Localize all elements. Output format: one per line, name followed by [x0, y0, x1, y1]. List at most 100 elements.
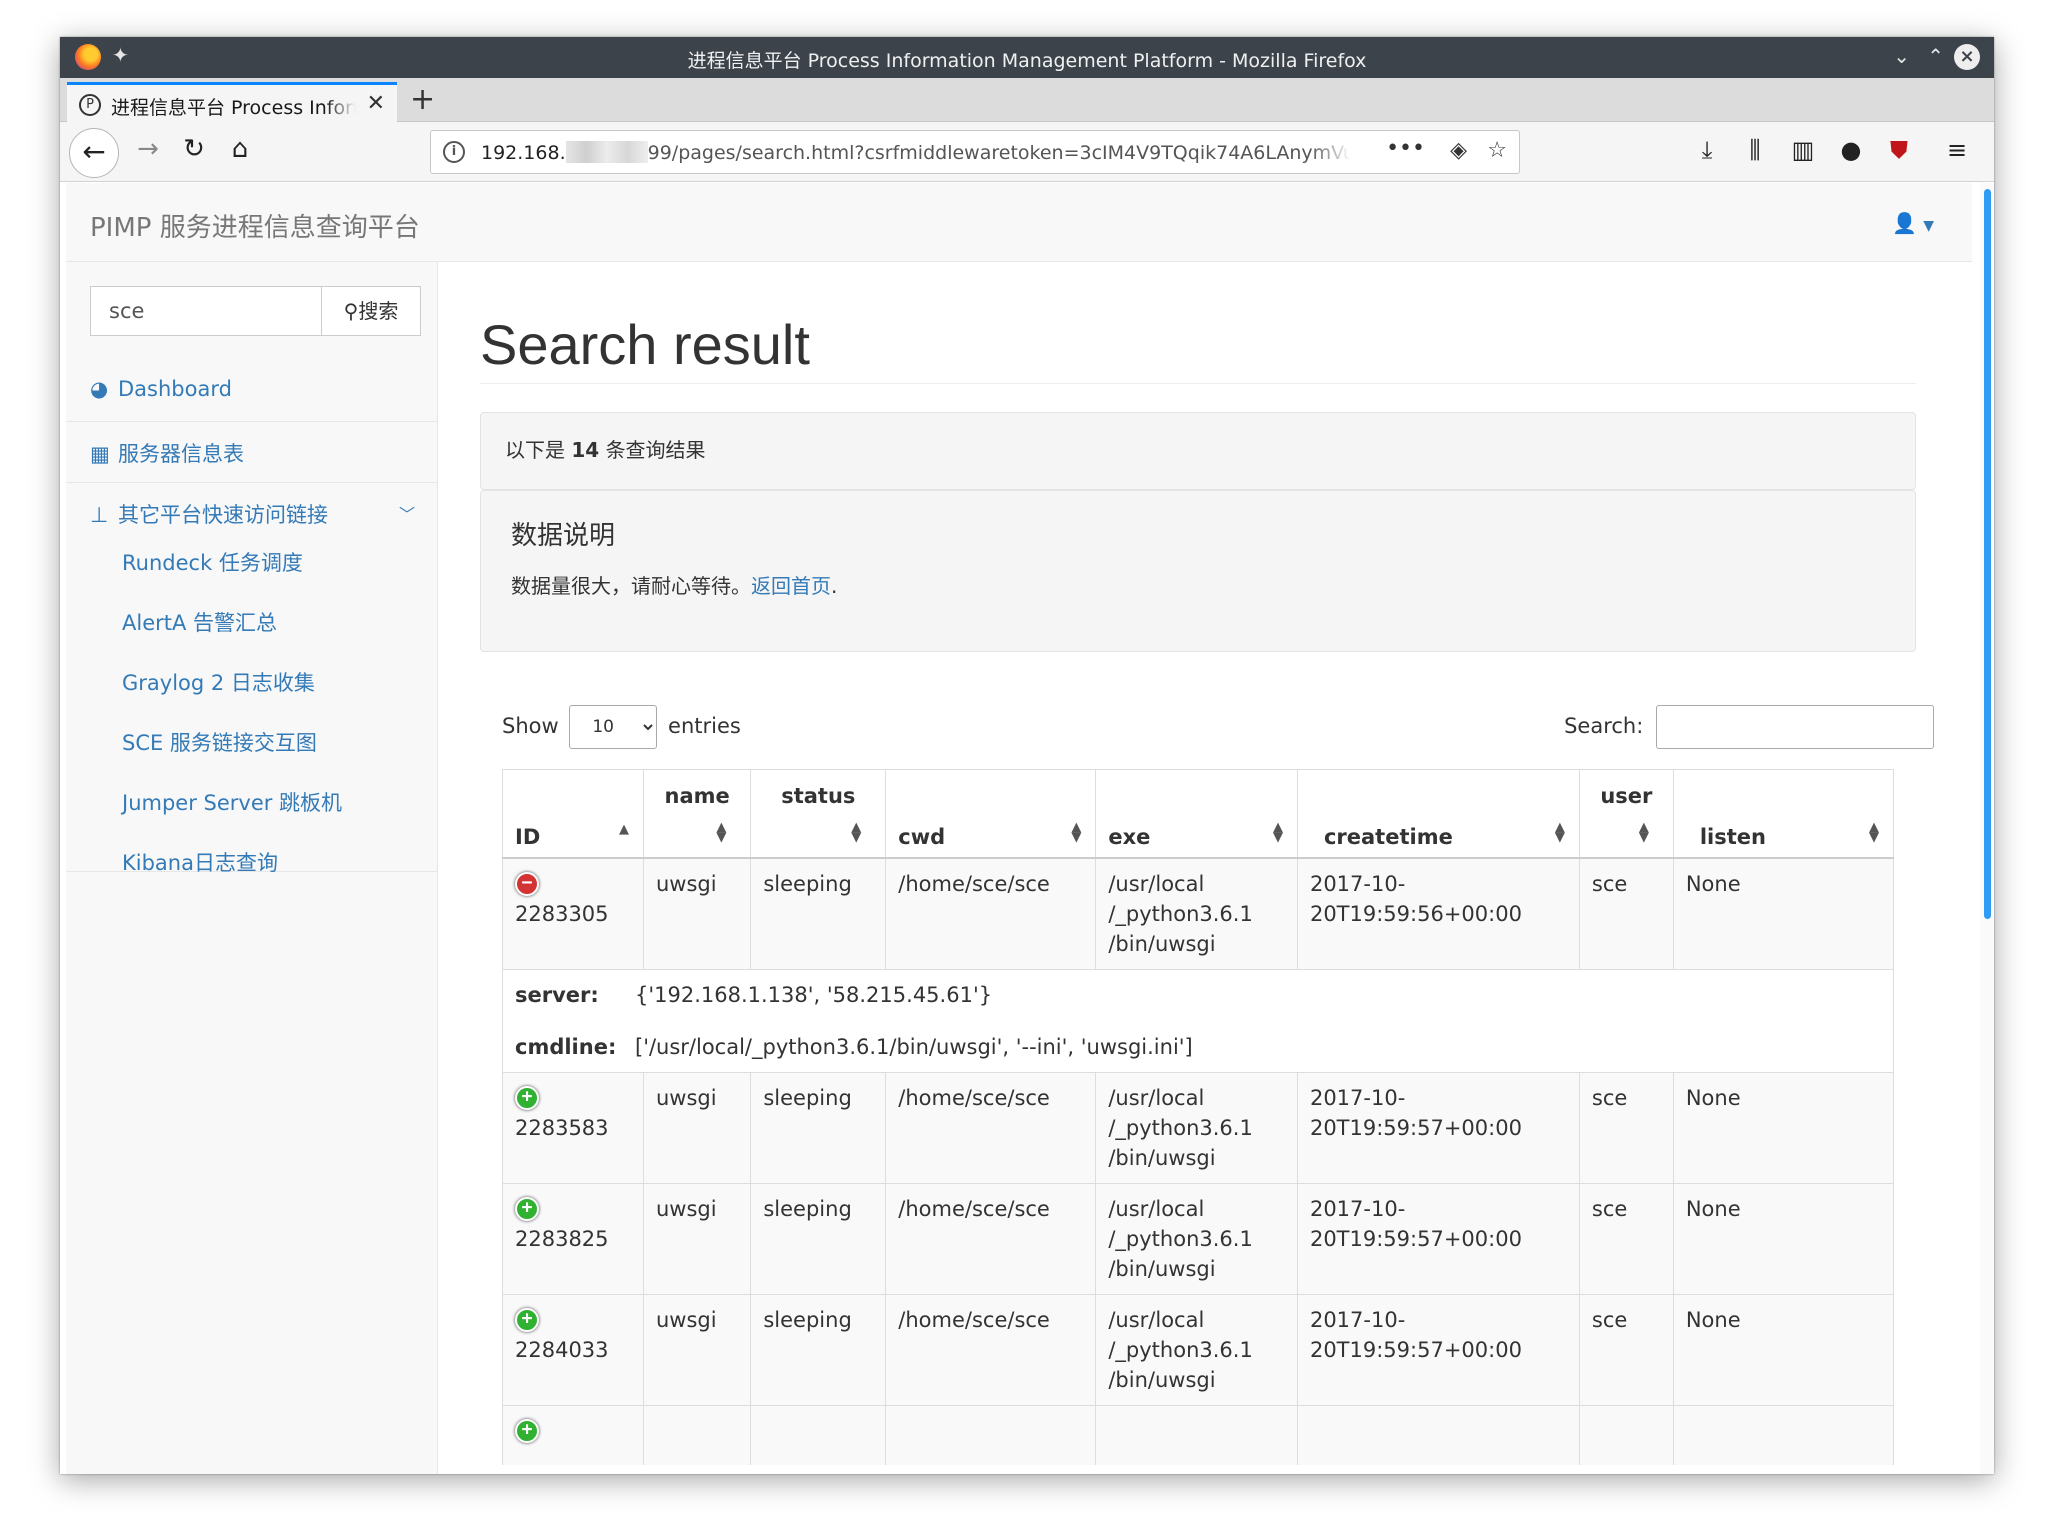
column-label: createtime [1323, 824, 1453, 849]
cell-id[interactable]: +2284033 [502, 1293, 644, 1405]
reload-icon[interactable]: ↻ [176, 134, 212, 164]
search-button[interactable]: ⚲搜索 [321, 286, 421, 336]
sidebar: ⚲搜索 ◕ Dashboard ▦ 服务器信息表 ⊥ 其它平台快速访问链接 ﹀ Run… [66, 262, 438, 1474]
table-row[interactable]: +2283825 uwsgi sleeping /home/sce/sce /u… [502, 1182, 1895, 1294]
result-summary: 以下是 14 条查询结果 [480, 412, 1916, 490]
sidebar-link-kibana[interactable]: Kibana日志查询 [122, 847, 278, 877]
page-viewport: PIMP 服务进程信息查询平台 👤 ▼ ⚲搜索 ◕ Dashboard ▦ 服务器信… [60, 183, 1994, 1474]
sidebar-item-dashboard[interactable]: ◕ Dashboard [66, 361, 437, 422]
page-scrollbar[interactable] [1980, 183, 1994, 1474]
tab-strip: P 进程信息平台 Process Information Management … [60, 78, 1994, 122]
home-icon[interactable]: ⌂ [222, 134, 258, 164]
cmdline-value: ['/usr/local/_python3.6.1/bin/uwsgi', '-… [635, 1034, 1193, 1059]
hamburger-menu-icon[interactable]: ≡ [1940, 136, 1974, 164]
column-header-listen[interactable]: listen ▲ ▼ [1672, 769, 1895, 859]
notice-title: 数据说明 [511, 521, 616, 551]
user-menu[interactable]: 👤 ▼ [1892, 211, 1934, 235]
tab-close-icon[interactable]: ✕ [367, 91, 385, 116]
cell-id[interactable]: +2283825 [502, 1182, 644, 1294]
new-tab-icon[interactable]: + [410, 82, 435, 117]
exe-line: /_python3.6.1 [1108, 1115, 1253, 1140]
url-bar[interactable]: i 192.168. 99/pages/search.html?csrfmiddl… [430, 130, 1520, 174]
page-length-select[interactable]: 10 [569, 705, 658, 749]
column-header-cwd[interactable]: cwd ▲ ▼ [885, 769, 1097, 859]
library-icon[interactable]: ⫼ [1738, 136, 1772, 164]
expand-row-icon[interactable]: + [515, 1085, 539, 1110]
cell-cwd [885, 1404, 1097, 1465]
column-header-user[interactable]: user ▲ ▼ [1578, 769, 1674, 859]
exe-line: /bin/uwsgi [1108, 1145, 1216, 1170]
exe-line: /_python3.6.1 [1108, 1337, 1253, 1362]
sidebar-link-alerta[interactable]: AlertA 告警汇总 [122, 607, 277, 637]
sidebar-item-server-table[interactable]: ▦ 服务器信息表 [66, 422, 437, 483]
expand-row-icon[interactable]: + [515, 1196, 539, 1221]
ublock-origin-icon[interactable]: ⛊ [1882, 136, 1916, 164]
sidebar-link-sce[interactable]: SCE 服务链接交互图 [122, 727, 317, 757]
sidebar-item-label: 其它平台快速访问链接 [118, 503, 328, 527]
exe-line: /_python3.6.1 [1108, 901, 1253, 926]
column-header-status[interactable]: status ▲ ▼ [750, 769, 887, 859]
column-header-createtime[interactable]: createtime ▲ ▼ [1296, 769, 1580, 859]
scrollbar-thumb[interactable] [1984, 189, 1991, 919]
sidebar-link-jumper[interactable]: Jumper Server 跳板机 [122, 787, 342, 817]
cell-id[interactable]: +2283583 [502, 1071, 644, 1183]
navigation-toolbar: ← → ↻ ⌂ i 192.168. 99/pages/search.html?c… [60, 122, 1994, 182]
exe-line: /usr/local [1108, 1307, 1205, 1332]
page-info-icon[interactable]: i [443, 141, 465, 163]
cell-cwd: /home/sce/sce [885, 1182, 1097, 1294]
window-title: 进程信息平台 Process Information Management Pl… [687, 50, 1367, 72]
search-input[interactable] [90, 286, 322, 336]
downloads-icon[interactable]: ⤓ [1690, 136, 1724, 164]
maximize-icon[interactable]: ⌃ [1927, 44, 1944, 68]
minimize-icon[interactable]: ⌄ [1893, 44, 1910, 68]
tab-active[interactable]: P 进程信息平台 Process Information Management … [67, 82, 397, 122]
caret-down-icon: ▼ [1923, 218, 1934, 234]
data-notice: 数据说明 数据量很大，请耐心等待。返回首页. [480, 490, 1916, 652]
expand-row-icon[interactable]: + [515, 1307, 539, 1332]
forward-arrow-icon[interactable]: → [130, 134, 166, 164]
exe-line: /usr/local [1108, 871, 1205, 896]
url-text[interactable]: 192.168. 99/pages/search.html?csrfmiddlew… [481, 141, 1351, 164]
show-label: Show [502, 714, 559, 738]
column-header-name[interactable]: name ▲ ▼ [642, 769, 752, 859]
table-row[interactable]: + [502, 1404, 1895, 1465]
sort-both-icon: ▲ ▼ [1869, 819, 1879, 845]
cell-id[interactable]: + [502, 1404, 644, 1465]
column-label: cwd [898, 824, 946, 849]
table-search-control: Search: [1564, 705, 1934, 749]
sidebar-toggle-icon[interactable]: ▥ [1786, 136, 1820, 164]
column-header-exe[interactable]: exe ▲ ▼ [1095, 769, 1298, 859]
close-window-icon[interactable]: × [1954, 44, 1980, 70]
expand-row-icon[interactable]: + [515, 1418, 539, 1443]
sidebar-link-rundeck[interactable]: Rundeck 任务调度 [122, 547, 303, 577]
bookmark-star-icon[interactable]: ☆ [1487, 138, 1507, 163]
brand-title[interactable]: PIMP 服务进程信息查询平台 [90, 207, 420, 244]
page-actions-icon[interactable]: ••• [1386, 136, 1425, 161]
extension-icon[interactable]: ● [1834, 136, 1868, 164]
sidebar-item-label: Dashboard [118, 377, 232, 401]
table-search-input[interactable] [1656, 705, 1934, 749]
pocket-icon[interactable]: ◈ [1450, 138, 1467, 163]
back-home-link[interactable]: 返回首页 [751, 574, 831, 598]
column-label: listen [1699, 824, 1766, 849]
cell-exe: /usr/local /_python3.6.1/bin/uwsgi [1095, 1071, 1298, 1183]
column-header-id[interactable]: ID ▲ [502, 769, 644, 859]
table-row[interactable]: − 2283305 uwsgi sleeping /home/sce/sce /u… [502, 857, 1895, 969]
sort-both-icon: ▲ ▼ [851, 819, 862, 845]
cell-createtime: 2017-10-20T19:59:57+00:00 [1296, 1071, 1580, 1183]
table-row[interactable]: +2284033 uwsgi sleeping /home/sce/sce /u… [502, 1293, 1895, 1405]
column-label: user [1600, 784, 1653, 808]
cell-listen: None [1672, 1293, 1895, 1405]
cell-status: sleeping [750, 857, 887, 969]
cell-id[interactable]: − 2283305 [502, 857, 644, 969]
page-header: Search result [480, 312, 1916, 384]
back-arrow-icon[interactable]: ← [69, 128, 119, 178]
url-suffix: 99/pages/search.html?csrfmiddlewaretoken… [647, 142, 1351, 164]
sidebar-link-graylog[interactable]: Graylog 2 日志收集 [122, 667, 315, 697]
collapse-row-icon[interactable]: − [515, 871, 539, 896]
chevron-down-icon[interactable]: ﹀ [399, 501, 415, 525]
table-header-row: ID ▲ name ▲ ▼ status ▲ ▼ cwd ▲ ▼ exe ▲ ▼ createti… [502, 769, 1895, 859]
cell-cwd: /home/sce/sce [885, 857, 1097, 969]
table-row[interactable]: +2283583 uwsgi sleeping /home/sce/sce /u… [502, 1071, 1895, 1183]
exe-line: /bin/uwsgi [1108, 1367, 1216, 1392]
